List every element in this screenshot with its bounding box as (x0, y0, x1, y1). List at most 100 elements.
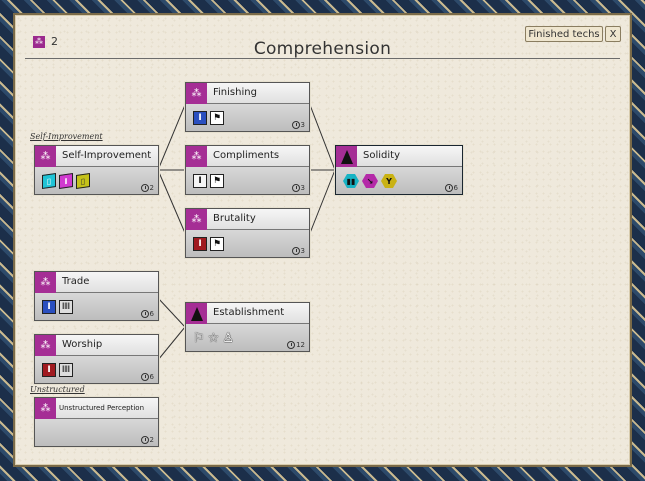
link-finishing-solidity (309, 104, 336, 171)
node-header: ⁂ Compliments (186, 146, 309, 167)
section-label-unstructured: Unstructured (30, 385, 85, 394)
cost-indicator: 2 (140, 436, 154, 444)
node-body: 2 (35, 419, 158, 446)
clock-icon (291, 247, 300, 255)
blue-pillar-icon: I (42, 300, 56, 314)
spire-icon (336, 146, 357, 167)
node-header: ⁂ Worship (35, 335, 158, 356)
tech-node-unstructured-perception[interactable]: ⁂ Unstructured Perception 2 (34, 397, 159, 447)
cost-value: 3 (300, 247, 305, 255)
cost-indicator: 6 (444, 184, 458, 192)
clock-icon (140, 436, 149, 444)
node-body: I ⚑ 3 (186, 230, 309, 257)
cost-indicator: 12 (287, 341, 305, 349)
cost-indicator: 2 (140, 184, 154, 192)
flag-icon: ⚑ (210, 237, 224, 251)
node-label: Unstructured Perception (59, 404, 145, 412)
tech-icon: ⁂ (186, 209, 207, 230)
node-header: Establishment (186, 303, 309, 324)
node-header: ⁂ Finishing (186, 83, 309, 104)
flag-icon: ⚑ (210, 174, 224, 188)
cost-indicator: 6 (140, 373, 154, 381)
blue-pillar-icon: I (193, 111, 207, 125)
node-label: Brutality (213, 213, 256, 224)
cost-indicator: 3 (291, 184, 305, 192)
tech-icon: ⁂ (186, 146, 207, 167)
cost-value: 6 (453, 184, 458, 192)
node-body: ▯ I ▯ 2 (35, 167, 158, 194)
red-pillar-icon: I (193, 237, 207, 251)
clock-icon (291, 184, 300, 192)
white-flag-icon: ⚐ (193, 330, 205, 346)
tech-node-worship[interactable]: ⁂ Worship I Ⅲ 6 (34, 334, 159, 384)
spire-icon (186, 303, 207, 324)
star-icon: ☆ (207, 330, 220, 346)
cyan-hex-icon: ▮▮ (343, 174, 359, 188)
node-header: Solidity (336, 146, 462, 167)
cost-indicator: 6 (140, 310, 154, 318)
cyan-cube-icon: ▯ (42, 173, 56, 189)
tech-icon: ⁂ (35, 146, 56, 167)
tech-node-self-improvement[interactable]: ⁂ Self-Improvement ▯ I ▯ 2 (34, 145, 159, 195)
clock-icon (291, 121, 300, 129)
node-label: Solidity (363, 150, 400, 161)
link-trade-establishment (157, 297, 186, 328)
clock-icon (287, 341, 296, 349)
node-label: Worship (62, 339, 103, 350)
person-icon: ♙ (222, 330, 234, 346)
node-body: ⚐ ☆ ♙ 12 (186, 324, 309, 351)
link-self-brutality (157, 169, 186, 234)
cost-value: 6 (149, 310, 154, 318)
cost-value: 2 (149, 184, 154, 192)
tech-node-finishing[interactable]: ⁂ Finishing I ⚑ 3 (185, 82, 310, 132)
node-label: Self-Improvement (62, 150, 152, 161)
node-body: I Ⅲ 6 (35, 356, 158, 383)
pink-cube-icon: I (59, 173, 73, 189)
node-body: I Ⅲ 6 (35, 293, 158, 320)
clock-icon (140, 184, 149, 192)
tech-node-trade[interactable]: ⁂ Trade I Ⅲ 6 (34, 271, 159, 321)
cost-value: 3 (300, 121, 305, 129)
pink-hex-icon: ↘ (362, 174, 378, 188)
link-worship-establishment (157, 326, 186, 361)
tech-node-establishment[interactable]: Establishment ⚐ ☆ ♙ 12 (185, 302, 310, 352)
link-brutality-solidity (309, 169, 336, 234)
clock-icon (140, 310, 149, 318)
tech-icon: ⁂ (35, 272, 56, 293)
node-label: Compliments (213, 150, 280, 161)
clock-icon (444, 184, 453, 192)
node-header: ⁂ Self-Improvement (35, 146, 158, 167)
flag-icon: ⚑ (210, 111, 224, 125)
cost-value: 6 (149, 373, 154, 381)
node-body: I ⚑ 3 (186, 104, 309, 131)
red-pillar-icon: I (42, 363, 56, 377)
node-header: ⁂ Trade (35, 272, 158, 293)
node-body: ▮▮ ↘ Y 6 (336, 167, 462, 194)
cost-value: 3 (300, 184, 305, 192)
tech-node-brutality[interactable]: ⁂ Brutality I ⚑ 3 (185, 208, 310, 258)
tech-icon: ⁂ (35, 335, 56, 356)
yellow-cube-icon: ▯ (76, 173, 90, 189)
section-label-self-improvement: Self-Improvement (30, 132, 103, 141)
cost-value: 12 (296, 341, 305, 349)
cost-indicator: 3 (291, 247, 305, 255)
tech-tree-panel: ⁂ 2 Comprehension Finished techs X Self-… (13, 13, 632, 467)
link-self-finishing (157, 104, 186, 171)
tech-node-compliments[interactable]: ⁂ Compliments I ⚑ 3 (185, 145, 310, 195)
cost-value: 2 (149, 436, 154, 444)
clock-icon (140, 373, 149, 381)
node-body: I ⚑ 3 (186, 167, 309, 194)
node-header: ⁂ Unstructured Perception (35, 398, 158, 419)
node-label: Establishment (213, 307, 285, 318)
grey-pillar-icon: Ⅲ (59, 300, 73, 314)
node-label: Finishing (213, 87, 257, 98)
node-label: Trade (62, 276, 90, 287)
tech-icon: ⁂ (35, 398, 56, 419)
yellow-hex-icon: Y (381, 174, 397, 188)
white-pillar-icon: I (193, 174, 207, 188)
tech-icon: ⁂ (186, 83, 207, 104)
cost-indicator: 3 (291, 121, 305, 129)
grey-pillar-icon: Ⅲ (59, 363, 73, 377)
tech-node-solidity[interactable]: Solidity ▮▮ ↘ Y 6 (335, 145, 463, 195)
node-header: ⁂ Brutality (186, 209, 309, 230)
